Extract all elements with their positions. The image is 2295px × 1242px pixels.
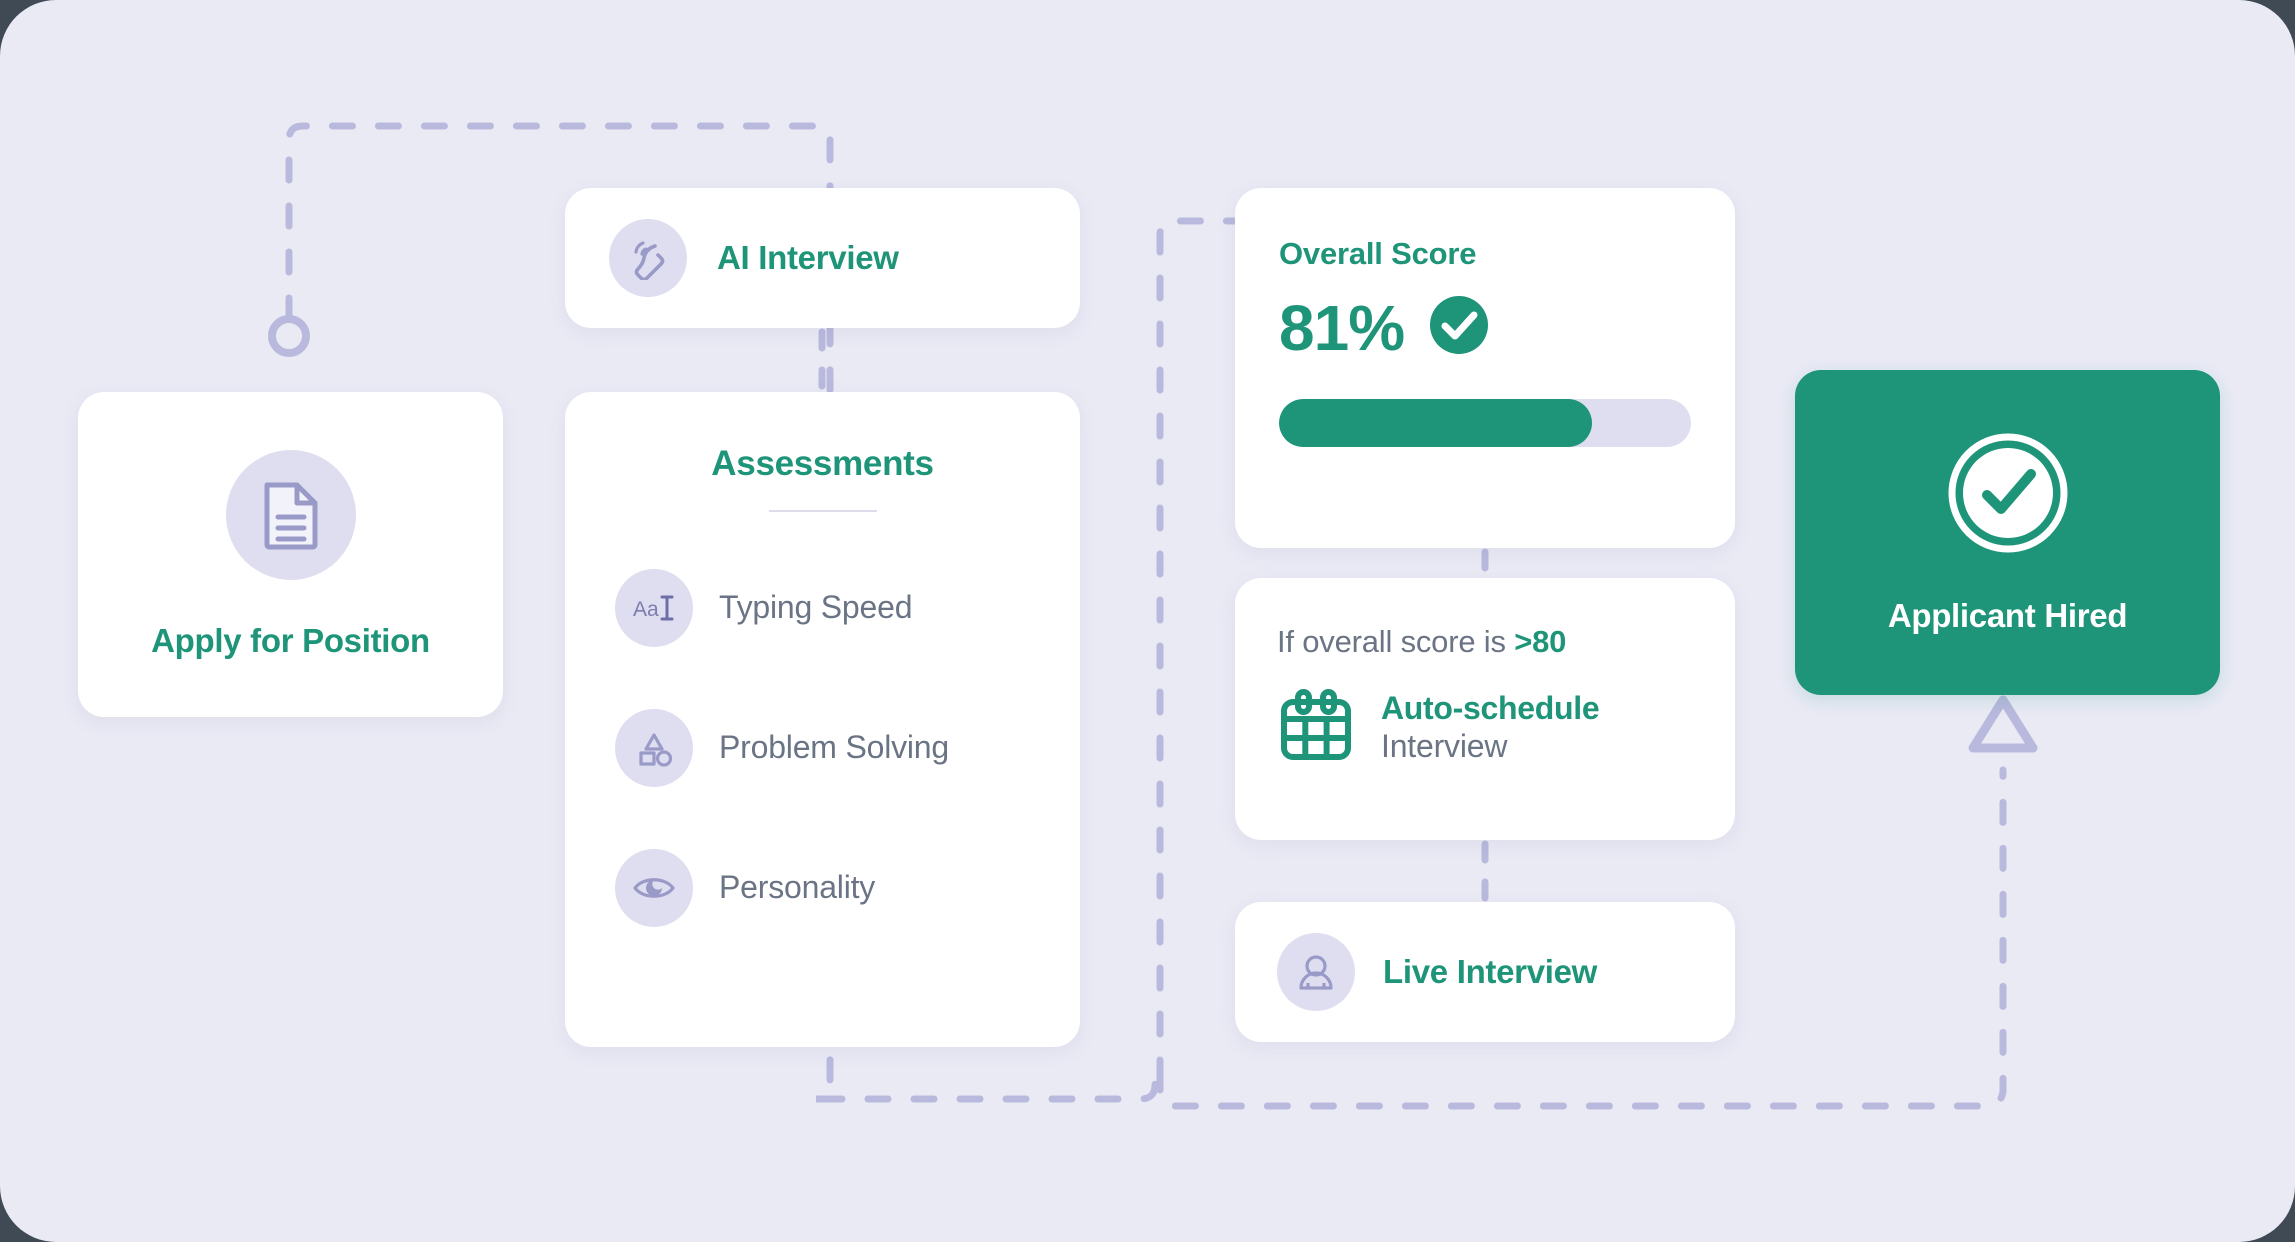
person-icon xyxy=(1277,933,1355,1011)
document-icon xyxy=(225,449,356,580)
assessment-label: Personality xyxy=(719,869,876,905)
assessment-label: Typing Speed xyxy=(719,589,913,625)
overall-score-progress-fill xyxy=(1279,399,1593,447)
check-circle-outline-icon xyxy=(1945,430,2071,561)
apply-for-position-card[interactable]: Apply for Position xyxy=(78,392,503,717)
shapes-icon xyxy=(615,708,693,787)
auto-schedule-condition-threshold: >80 xyxy=(1514,624,1567,659)
ai-interview-label: AI Interview xyxy=(717,239,899,276)
applicant-hired-card[interactable]: Applicant Hired xyxy=(1795,370,2220,695)
apply-for-position-label: Apply for Position xyxy=(151,621,430,659)
assessment-item-personality[interactable]: Personality xyxy=(615,840,1080,935)
connector-left-loop-bottom xyxy=(818,1056,1159,1103)
auto-schedule-sub-label: Interview xyxy=(1381,727,1508,764)
auto-schedule-main-label: Auto-schedule xyxy=(1381,689,1600,726)
live-interview-card[interactable]: Live Interview xyxy=(1235,902,1735,1042)
overall-score-progress-track xyxy=(1279,399,1691,447)
overall-score-card[interactable]: Overall Score 81% xyxy=(1235,188,1735,548)
circle-node-icon xyxy=(268,315,310,357)
assessments-title: Assessments xyxy=(711,444,934,483)
auto-schedule-row: Auto-schedule Interview xyxy=(1277,686,1695,769)
calendar-icon xyxy=(1277,686,1355,769)
assessments-card[interactable]: Assessments Aa Typing Speed Problem Solv… xyxy=(565,392,1080,1047)
diagram-canvas: Apply for Position AI Interview Assessme… xyxy=(0,0,2295,1242)
assessments-divider xyxy=(768,510,877,512)
live-interview-label: Live Interview xyxy=(1383,953,1598,990)
text-cursor-icon: Aa xyxy=(615,568,693,647)
auto-schedule-card[interactable]: If overall score is >80 Auto-schedule In… xyxy=(1235,578,1735,840)
auto-schedule-condition-prefix: If overall score is xyxy=(1277,624,1515,659)
assessment-label: Problem Solving xyxy=(719,729,950,765)
auto-schedule-text: Auto-schedule Interview xyxy=(1381,689,1600,766)
assessment-item-problem-solving[interactable]: Problem Solving xyxy=(615,700,1080,795)
auto-schedule-condition: If overall score is >80 xyxy=(1277,624,1695,660)
eye-icon xyxy=(615,848,693,927)
assessment-item-typing-speed[interactable]: Aa Typing Speed xyxy=(615,560,1080,655)
applicant-hired-label: Applicant Hired xyxy=(1887,597,2128,634)
phone-call-icon xyxy=(609,219,687,297)
overall-score-value: 81% xyxy=(1279,291,1405,364)
svg-text:Aa: Aa xyxy=(633,598,659,621)
overall-score-row: 81% xyxy=(1279,294,1691,361)
triangle-arrow-up-icon xyxy=(1968,695,2038,753)
ai-interview-card[interactable]: AI Interview xyxy=(565,188,1080,328)
assessments-list: Aa Typing Speed Problem Solving Personal… xyxy=(565,560,1080,935)
check-circle-icon xyxy=(1428,294,1490,361)
overall-score-title: Overall Score xyxy=(1279,236,1477,271)
